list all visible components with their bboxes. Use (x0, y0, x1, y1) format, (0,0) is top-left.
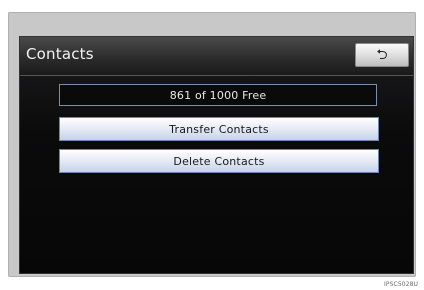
delete-contacts-label: Delete Contacts (173, 154, 265, 168)
storage-status: 861 of 1000 Free (59, 84, 377, 106)
transfer-contacts-label: Transfer Contacts (169, 122, 269, 136)
storage-status-text: 861 of 1000 Free (169, 88, 267, 102)
back-button[interactable]: ⮌ (355, 43, 409, 67)
reference-code: IPSC5028U (384, 281, 418, 288)
header-bar: Contacts ⮌ (20, 37, 413, 76)
page-title: Contacts (26, 45, 94, 63)
back-arrow-icon: ⮌ (376, 47, 388, 63)
transfer-contacts-button[interactable]: Transfer Contacts (59, 117, 379, 141)
display-screen: Contacts ⮌ 861 of 1000 Free Transfer Con… (19, 36, 414, 274)
delete-contacts-button[interactable]: Delete Contacts (59, 149, 379, 173)
